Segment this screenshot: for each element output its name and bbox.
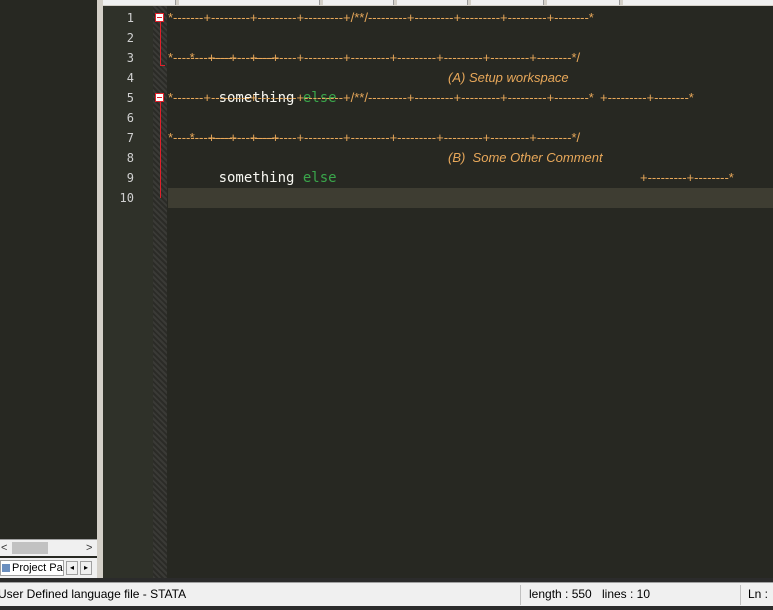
comment-border-right: +---------+--------*	[600, 90, 694, 105]
status-lines: lines : 10	[602, 587, 651, 601]
line-number: 7	[126, 131, 134, 145]
line-number: 9	[126, 171, 134, 185]
project-panel	[0, 0, 97, 578]
line-number: 5	[126, 91, 134, 105]
line-number: 10	[119, 191, 134, 205]
tab-document-6[interactable]	[547, 0, 620, 5]
status-divider	[740, 585, 741, 605]
comment-border-right: +---------+--------*	[640, 170, 734, 185]
line-number: 1	[126, 11, 134, 25]
code-line-7: *--------+--------+---------+---------+-…	[168, 130, 581, 145]
status-bar: User Defined language file - STATA lengt…	[0, 582, 773, 607]
line-number: 4	[126, 71, 134, 85]
fold-end-marker	[160, 65, 165, 66]
status-length: length : 550	[529, 587, 592, 601]
window-bottom-edge	[0, 606, 773, 610]
tab-project-panel[interactable]: Project Par	[0, 560, 64, 576]
fold-margin[interactable]	[153, 6, 167, 578]
code-line-3: *--------+--------+---------+---------+-…	[168, 50, 581, 65]
current-line-highlight	[168, 188, 773, 208]
line-number: 8	[126, 151, 134, 165]
scroll-left-arrow-icon[interactable]: <	[1, 541, 7, 555]
code-line-8: something else	[168, 148, 337, 186]
fold-collapse-icon[interactable]	[155, 13, 164, 22]
keyword-else: else	[302, 170, 337, 186]
code-line-2: *--------+--------+ (A) Setup workspace …	[168, 28, 768, 105]
identifier: something	[218, 170, 295, 186]
code-line-5: *-------+---------+---------+---------+/…	[168, 90, 594, 105]
code-line-4: something else	[168, 68, 337, 106]
tab-next-icon[interactable]: ▸	[80, 561, 92, 575]
scroll-right-arrow-icon[interactable]: >	[86, 541, 92, 555]
status-divider	[520, 585, 521, 605]
panel-tab-row: Project Par ◂ ▸	[0, 558, 97, 578]
line-number: 3	[126, 51, 134, 65]
tab-document-3[interactable]	[323, 0, 394, 5]
tab-document-7[interactable]	[623, 0, 773, 5]
code-editor[interactable]: 1 2 3 4 5 6 7 8 9 10 *-------+---------+…	[103, 6, 773, 578]
line-number: 2	[126, 31, 134, 45]
section-heading-b: (B) Some Other Comment	[448, 150, 603, 165]
line-number-gutter: 1 2 3 4 5 6 7 8 9 10	[103, 6, 153, 578]
project-icon	[2, 564, 10, 573]
fold-line	[160, 94, 161, 198]
tab-document-4[interactable]	[397, 0, 468, 5]
text-area[interactable]: *-------+---------+---------+---------+/…	[168, 6, 773, 578]
project-panel-scrollbar[interactable]: < >	[0, 539, 97, 556]
tab-document-5[interactable]	[471, 0, 544, 5]
tab-label: Project Par	[12, 562, 64, 574]
scroll-thumb[interactable]	[12, 542, 48, 554]
line-number: 6	[126, 111, 134, 125]
fold-collapse-icon[interactable]	[155, 93, 164, 102]
tab-prev-icon[interactable]: ◂	[66, 561, 78, 575]
status-position: Ln :	[748, 587, 769, 601]
tab-document-2[interactable]	[179, 0, 320, 5]
code-line-1: *-------+---------+---------+---------+/…	[168, 10, 594, 25]
tab-document-1[interactable]	[103, 0, 176, 5]
section-heading-a: (A) Setup workspace	[448, 70, 569, 85]
status-language: User Defined language file - STATA	[0, 587, 187, 601]
code-line-6: *--------+--------+ (B) Some Other Comme…	[168, 108, 768, 185]
